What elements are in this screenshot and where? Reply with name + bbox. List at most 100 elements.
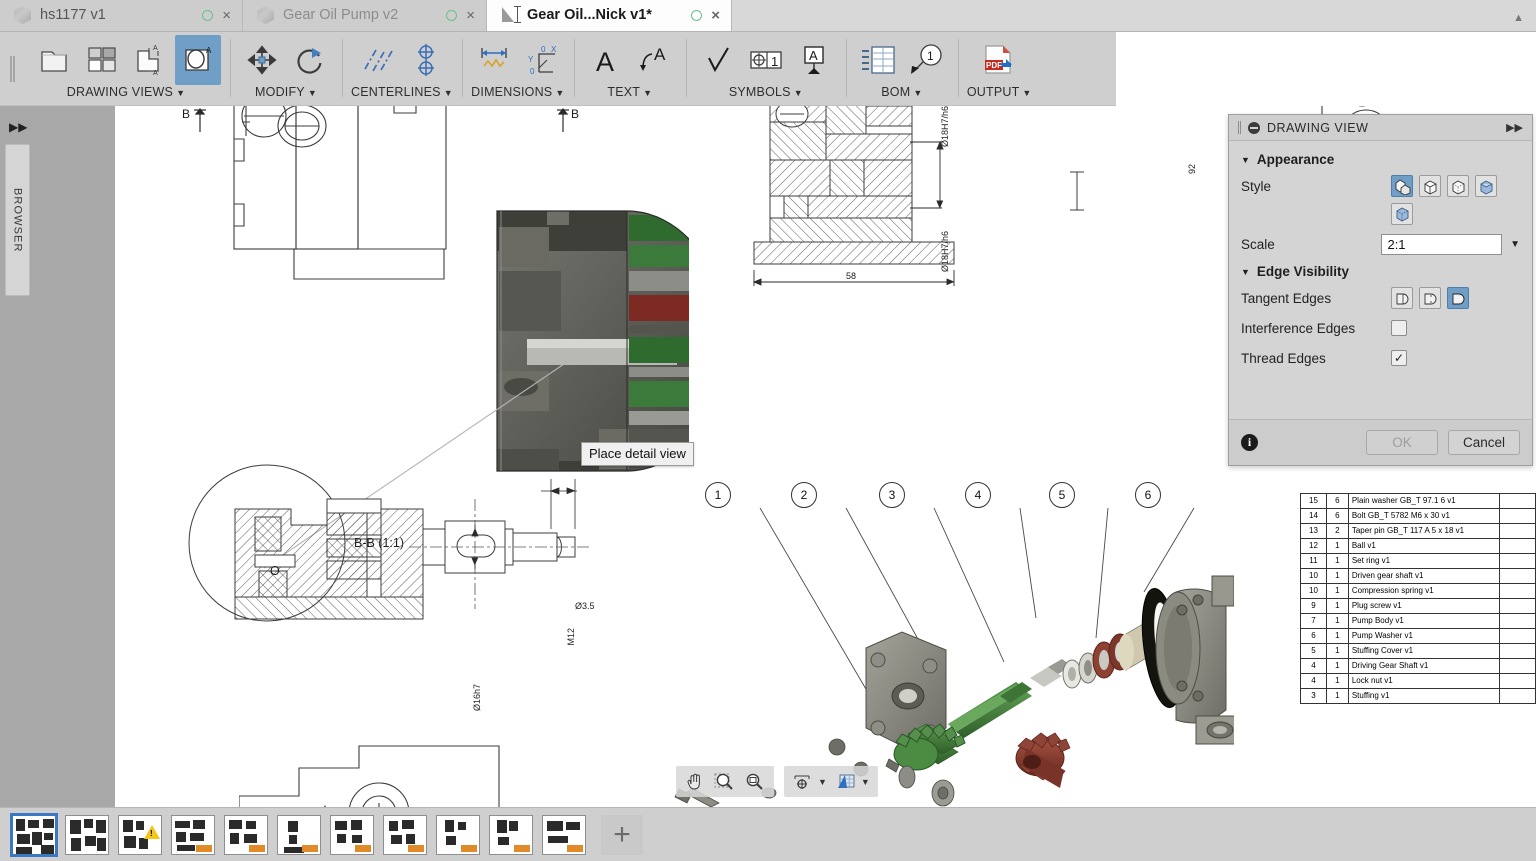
balloon-button[interactable]: 1 bbox=[903, 35, 949, 85]
section-view-button[interactable]: A A bbox=[127, 35, 173, 85]
section-view-drawing[interactable]: 58 bbox=[724, 106, 1024, 312]
chevron-down-icon[interactable]: ▼ bbox=[818, 777, 831, 787]
info-icon[interactable]: i bbox=[1241, 434, 1258, 451]
ribbon-group-label: MODIFY▼ bbox=[255, 85, 317, 99]
sheet-thumbnail-6[interactable] bbox=[330, 815, 374, 855]
document-tab-2[interactable]: Gear Oil...Nick v1* × bbox=[487, 0, 732, 31]
tangent-option-shortened[interactable] bbox=[1419, 287, 1441, 309]
drag-handle[interactable] bbox=[1238, 121, 1241, 134]
chevron-down-icon[interactable]: ▼ bbox=[1022, 88, 1031, 98]
text-button[interactable]: A bbox=[583, 35, 629, 85]
chevron-down-icon[interactable]: ▼ bbox=[913, 88, 922, 98]
style-option-visible-edges[interactable] bbox=[1419, 175, 1441, 197]
base-view-button[interactable] bbox=[31, 35, 77, 85]
chevron-down-icon[interactable]: ▼ bbox=[555, 88, 564, 98]
chevron-down-icon[interactable]: ▼ bbox=[794, 88, 803, 98]
bottom-view-drawing[interactable] bbox=[239, 686, 659, 807]
zoom-window-icon[interactable] bbox=[710, 768, 740, 795]
surface-texture-button[interactable] bbox=[695, 35, 741, 85]
ribbon-group-output: PDF OUTPUT▼ bbox=[958, 32, 1041, 105]
ribbon-grip[interactable] bbox=[0, 32, 22, 105]
chevron-down-icon[interactable]: ▼ bbox=[1510, 239, 1520, 250]
leader-text-button[interactable]: A bbox=[631, 35, 677, 85]
thread-edges-checkbox[interactable]: ✓ bbox=[1391, 350, 1407, 366]
add-sheet-button[interactable]: + bbox=[601, 815, 643, 855]
feature-control-frame-button[interactable]: 1 bbox=[743, 35, 789, 85]
sheet-thumbnail-7[interactable] bbox=[383, 815, 427, 855]
style-option-shaded-hidden-edges[interactable] bbox=[1391, 203, 1413, 225]
bill-of-materials-table[interactable]: 156Plain washer GB_T 97.1 6 v1 146Bolt G… bbox=[1300, 493, 1536, 704]
sheet-thumbnail-0[interactable] bbox=[12, 815, 56, 855]
style-row-2 bbox=[1229, 201, 1532, 229]
document-tab-0[interactable]: hs1177 v1 × bbox=[0, 0, 243, 31]
expand-icon[interactable]: ▶▶ bbox=[1506, 121, 1523, 134]
drawing-view-dialog[interactable]: DRAWING VIEW ▶▶ ▼ Appearance Style bbox=[1228, 114, 1533, 466]
close-icon[interactable]: × bbox=[222, 8, 231, 23]
interference-edges-checkbox[interactable] bbox=[1391, 320, 1407, 336]
sheet-thumbnail-8[interactable] bbox=[436, 815, 480, 855]
balloon-4[interactable]: 4 bbox=[965, 482, 991, 508]
balloon-5[interactable]: 5 bbox=[1049, 482, 1075, 508]
sheet-thumbnail-4[interactable] bbox=[224, 815, 268, 855]
document-tab-1[interactable]: Gear Oil Pump v2 × bbox=[243, 0, 487, 31]
chevron-down-icon[interactable]: ▼ bbox=[861, 777, 874, 787]
move-view-button[interactable] bbox=[239, 35, 285, 85]
style-option-shaded[interactable] bbox=[1475, 175, 1497, 197]
title-block bbox=[196, 845, 212, 852]
chevron-down-icon[interactable]: ▼ bbox=[444, 88, 453, 98]
sheet-thumbnail-10[interactable] bbox=[542, 815, 586, 855]
svg-text:B: B bbox=[571, 107, 579, 121]
tangent-option-full[interactable] bbox=[1391, 287, 1413, 309]
front-view-drawing[interactable]: B bbox=[174, 106, 504, 364]
sheet-thumbnail-3[interactable] bbox=[171, 815, 215, 855]
close-icon[interactable]: × bbox=[466, 8, 475, 23]
rotate-view-button[interactable] bbox=[287, 35, 333, 85]
chevron-down-icon[interactable]: ▼ bbox=[176, 88, 185, 98]
browser-panel-tab[interactable]: BROWSER bbox=[5, 144, 30, 296]
minimize-icon[interactable] bbox=[1248, 122, 1260, 134]
chevron-down-icon[interactable]: ▼ bbox=[643, 88, 652, 98]
detail-view-button[interactable]: A bbox=[175, 35, 221, 85]
detail-view-drawing[interactable] bbox=[159, 451, 599, 651]
output-pdf-button[interactable]: PDF bbox=[976, 35, 1022, 85]
datum-identifier-button[interactable]: A bbox=[791, 35, 837, 85]
table-row: 41Lock nut v1 bbox=[1301, 674, 1536, 689]
grid-snap-icon[interactable] bbox=[831, 768, 861, 795]
nav-group-display: ▼ ▼ bbox=[784, 766, 878, 797]
balloon-2[interactable]: 2 bbox=[791, 482, 817, 508]
chevron-up-icon[interactable]: ▲ bbox=[1513, 12, 1536, 31]
close-icon[interactable]: × bbox=[711, 8, 720, 23]
zoom-fit-icon[interactable] bbox=[740, 768, 770, 795]
section-header-edge-visibility[interactable]: ▼ Edge Visibility bbox=[1229, 259, 1532, 283]
balloon-3[interactable]: 3 bbox=[879, 482, 905, 508]
section-header-appearance[interactable]: ▼ Appearance bbox=[1229, 147, 1532, 171]
expand-browser-icon[interactable]: ▶▶ bbox=[9, 120, 27, 134]
section-marker-b-right: B bbox=[549, 106, 589, 144]
balloon-1[interactable]: 1 bbox=[705, 482, 731, 508]
center-mark-button[interactable] bbox=[403, 35, 449, 85]
parts-list-button[interactable] bbox=[855, 35, 901, 85]
sheet-thumbnail-5[interactable] bbox=[277, 815, 321, 855]
sheet-thumbnail-9[interactable] bbox=[489, 815, 533, 855]
scale-select[interactable]: 2:1 bbox=[1381, 234, 1502, 255]
chevron-down-icon[interactable]: ▼ bbox=[308, 88, 317, 98]
sheet-thumbnail-1[interactable] bbox=[65, 815, 109, 855]
ordinate-dimension-button[interactable]: 0 X Y 0 bbox=[519, 35, 565, 85]
projected-view-button[interactable] bbox=[79, 35, 125, 85]
tangent-option-off[interactable] bbox=[1447, 287, 1469, 309]
table-row: 101Compression spring v1 bbox=[1301, 584, 1536, 599]
dialog-header[interactable]: DRAWING VIEW ▶▶ bbox=[1229, 115, 1532, 141]
sheet-thumbnail-2[interactable] bbox=[118, 815, 162, 855]
dimension-button[interactable] bbox=[471, 35, 517, 85]
display-settings-icon[interactable] bbox=[788, 768, 818, 795]
style-option-shaded-visible-edges[interactable] bbox=[1391, 175, 1413, 197]
ok-button[interactable]: OK bbox=[1366, 430, 1438, 455]
cube-icon bbox=[257, 6, 274, 24]
title-block bbox=[302, 845, 318, 852]
balloon-6[interactable]: 6 bbox=[1135, 482, 1161, 508]
cancel-button[interactable]: Cancel bbox=[1448, 430, 1520, 455]
pan-icon[interactable] bbox=[680, 768, 710, 795]
style-option-visible-hidden-edges[interactable] bbox=[1447, 175, 1469, 197]
table-row: 156Plain washer GB_T 97.1 6 v1 bbox=[1301, 494, 1536, 509]
centerline-button[interactable] bbox=[355, 35, 401, 85]
